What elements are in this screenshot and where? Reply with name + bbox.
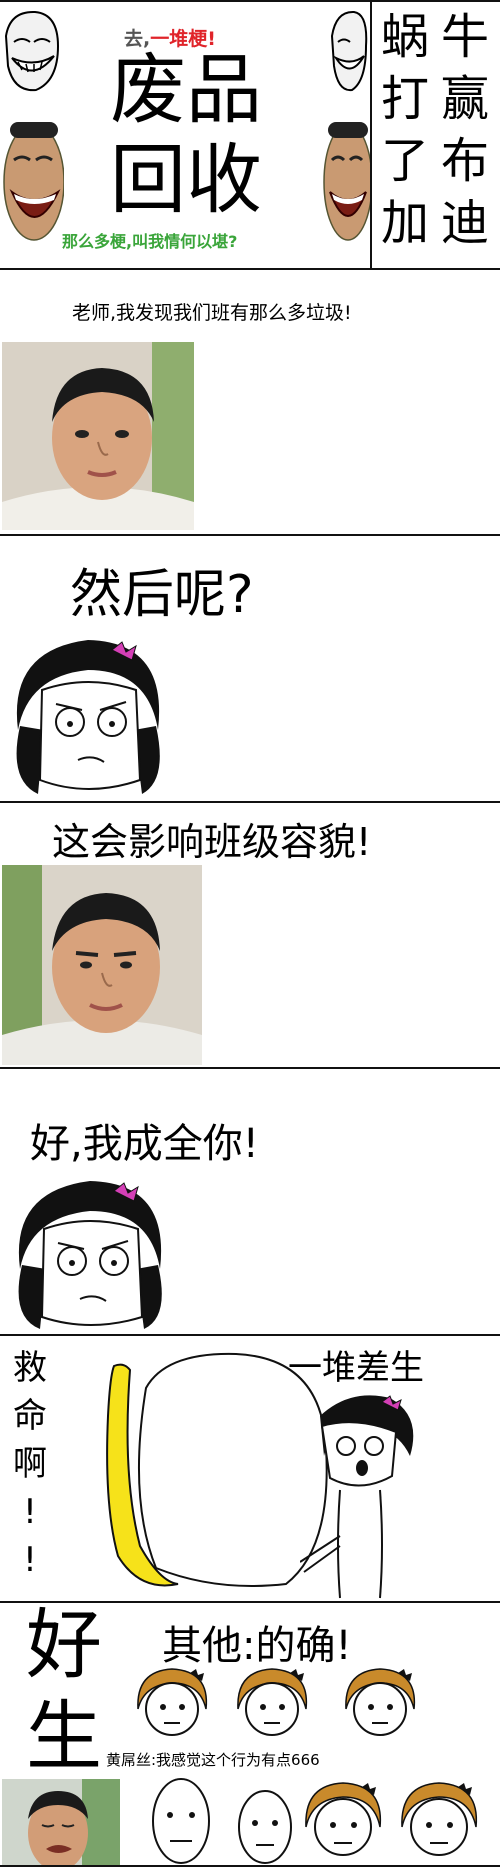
side-char: 赢 — [440, 71, 489, 127]
divider — [370, 2, 372, 268]
panel-7: 好 生 其他:的确! 黄屌丝:我感觉这个行为有点666 — [0, 1601, 500, 1867]
panel-4: 这会影响班级容貌! — [0, 801, 500, 1067]
title-line-2: 回收 — [110, 135, 262, 224]
rage-girl-face-icon — [132, 1663, 212, 1743]
subtitle: 那么多梗,叫我情何以堪? — [62, 232, 238, 251]
rage-girl-face-icon — [396, 1775, 482, 1865]
panel-2: 老师,我发现我们班有那么多垃圾! — [0, 268, 500, 534]
side-char: 打 — [380, 71, 429, 127]
rage-girl-face-icon — [300, 1775, 386, 1865]
side-char: 了 — [380, 133, 429, 189]
troll-face-icon — [0, 6, 62, 96]
teacher-rage-face-icon — [10, 1173, 170, 1331]
help-char: ! — [23, 1540, 37, 1580]
side-char: 加 — [380, 195, 429, 251]
dialogue: 这会影响班级容貌! — [52, 820, 372, 864]
help-char: 救 — [13, 1348, 47, 1388]
panel-1: 去,一堆梗! 废品 回收 那么多梗,叫我情何以堪? 蜗 打 了 加 牛 赢 布 … — [0, 0, 500, 268]
dialogue: 好,我成全你! — [30, 1121, 259, 1167]
side-char: 迪 — [440, 195, 489, 251]
side-char: 蜗 — [380, 9, 429, 65]
help-char: 命 — [13, 1396, 47, 1436]
panel-6: 救 命 啊 ! ! 一堆差生 — [0, 1334, 500, 1601]
side-char: 布 — [440, 133, 489, 189]
dialogue: 然后呢? — [70, 565, 254, 625]
poker-face-icon — [236, 1787, 294, 1865]
teacher-rage-face-icon — [300, 1386, 420, 1600]
side-char: 牛 — [440, 9, 489, 65]
comic-strip: 去,一堆梗! 废品 回收 那么多梗,叫我情何以堪? 蜗 打 了 加 牛 赢 布 … — [0, 0, 500, 1867]
rage-girl-face-icon — [340, 1663, 420, 1743]
panel-5: 好,我成全你! — [0, 1067, 500, 1334]
student-photo — [2, 865, 202, 1065]
dialogue: 老师,我发现我们班有那么多垃圾! — [72, 302, 352, 324]
help-char: ! — [23, 1492, 37, 1532]
yao-ming-laugh-icon — [0, 112, 64, 268]
help-char: 啊 — [13, 1444, 47, 1484]
troll-face-icon — [328, 6, 368, 96]
big-char-1: 好 — [26, 1601, 102, 1689]
title-line-1: 废品 — [110, 45, 262, 134]
side-column-1: 蜗 打 了 加 — [374, 6, 436, 254]
caption: 黄屌丝:我感觉这个行为有点666 — [106, 1751, 320, 1769]
yao-ming-laugh-icon — [322, 112, 372, 268]
rage-girl-face-icon — [232, 1663, 312, 1743]
panel-3: 然后呢? — [0, 534, 500, 801]
help-vertical: 救 命 啊 ! ! — [10, 1344, 50, 1584]
poker-face-icon — [150, 1775, 212, 1865]
big-char-2: 生 — [26, 1692, 102, 1781]
student-cry-photo — [2, 1779, 120, 1865]
student-photo — [2, 342, 194, 530]
teacher-rage-face-icon — [8, 630, 168, 798]
side-column-2: 牛 赢 布 迪 — [434, 6, 496, 254]
